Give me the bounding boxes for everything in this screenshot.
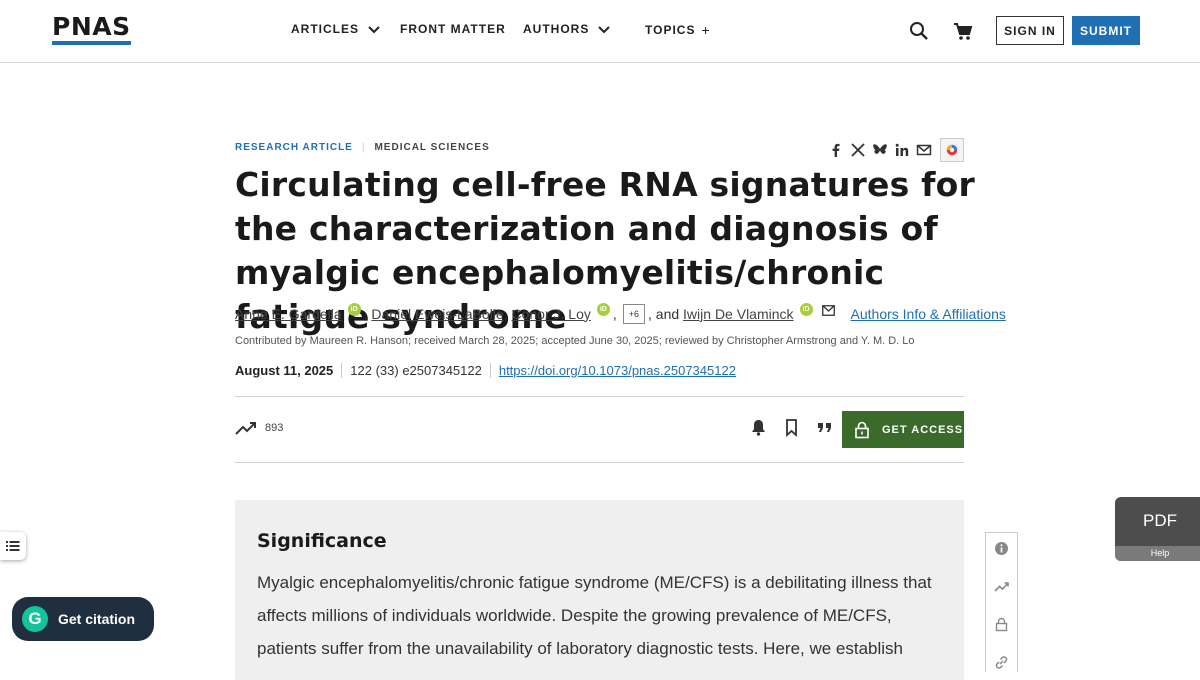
plus-icon: + — [701, 22, 711, 38]
info-icon[interactable] — [994, 541, 1009, 556]
author-list: Anne E. Gardella iD , Daniel Eweis-LaBol… — [235, 303, 1006, 324]
divider — [235, 462, 964, 463]
cart-icon[interactable] — [952, 20, 974, 42]
article-subject[interactable]: MEDICAL SCIENCES — [374, 142, 489, 153]
volume-citation: 122 (33) e2507345122 — [342, 362, 491, 378]
author-link[interactable]: Daniel Eweis-LaBolle — [371, 306, 503, 322]
site-header: PNAS ARTICLES FRONT MATTER AUTHORS TOPIC… — [0, 0, 1200, 63]
significance-heading: Significance — [257, 530, 387, 552]
orcid-icon[interactable]: iD — [347, 303, 361, 316]
chevron-down-icon — [598, 26, 611, 34]
share-bar — [828, 138, 964, 162]
nav-articles-label: ARTICLES — [291, 22, 359, 36]
get-access-label: GET ACCESS — [882, 423, 964, 436]
metric-count: 893 — [265, 422, 284, 434]
chevron-down-icon — [368, 26, 380, 34]
nav-authors-label: AUTHORS — [523, 22, 590, 36]
logo-text: PNAS — [52, 12, 131, 41]
nav-topics[interactable]: TOPICS + — [645, 22, 711, 38]
lock-icon — [855, 421, 869, 438]
contribution-note: Contributed by Maureen R. Hanson; receiv… — [235, 335, 915, 347]
trending-up-icon — [235, 422, 256, 435]
metrics[interactable]: 893 — [235, 420, 283, 436]
bell-icon[interactable] — [749, 418, 768, 437]
grammarly-icon: G — [22, 606, 48, 632]
quote-icon[interactable] — [815, 418, 834, 437]
nav-articles[interactable]: ARTICLES — [291, 22, 381, 36]
author-separator: , — [503, 305, 512, 322]
get-access-button[interactable]: GET ACCESS — [842, 411, 964, 448]
author-link[interactable]: Anne E. Gardella — [235, 306, 342, 322]
email-icon[interactable] — [821, 305, 835, 316]
pdf-help[interactable]: Help — [1115, 546, 1200, 561]
logo-underline — [52, 41, 131, 45]
author-link[interactable]: Conor J. Loy — [511, 306, 590, 322]
list-icon — [6, 541, 20, 551]
article-tools — [749, 418, 834, 437]
crossmark-badge[interactable] — [940, 138, 964, 162]
pdf-widget[interactable]: PDF Help — [1115, 497, 1200, 561]
get-citation-button[interactable]: G Get citation — [12, 597, 154, 641]
meta-divider: | — [361, 142, 366, 153]
facebook-icon[interactable] — [828, 142, 844, 158]
significance-text: Myalgic encephalomyelitis/chronic fatigu… — [257, 573, 932, 658]
get-citation-label: Get citation — [58, 611, 136, 627]
and-text: , and — [648, 305, 680, 322]
bookmark-icon[interactable] — [782, 418, 801, 437]
pdf-label: PDF — [1143, 511, 1177, 530]
orcid-icon[interactable]: iD — [596, 303, 610, 316]
pnas-logo[interactable]: PNAS — [52, 14, 132, 46]
sign-in-button[interactable]: SIGN IN — [996, 16, 1064, 45]
author-separator: , — [363, 305, 372, 322]
linkedin-icon[interactable] — [894, 142, 910, 158]
search-icon[interactable] — [908, 20, 930, 42]
nav-front-matter[interactable]: FRONT MATTER — [400, 22, 506, 36]
lock-icon[interactable] — [994, 617, 1009, 632]
crossmark-icon — [946, 144, 958, 156]
significance-section: Significance Myalgic encephalomyelitis/c… — [235, 500, 964, 680]
table-of-contents-button[interactable] — [0, 532, 26, 560]
author-link[interactable]: Iwijn De Vlaminck — [683, 306, 793, 322]
side-rail — [985, 532, 1018, 672]
nav-authors[interactable]: AUTHORS — [523, 22, 611, 36]
link-icon[interactable] — [994, 655, 1009, 670]
author-separator: , — [612, 305, 617, 322]
orcid-icon[interactable]: iD — [799, 303, 813, 316]
x-twitter-icon[interactable] — [850, 142, 866, 158]
article-meta: RESEARCH ARTICLE | MEDICAL SCIENCES — [235, 142, 490, 153]
nav-topics-label: TOPICS — [645, 23, 696, 37]
metrics-icon[interactable] — [994, 579, 1009, 594]
publication-date: August 11, 2025 — [235, 362, 343, 378]
doi-link[interactable]: https://doi.org/10.1073/pnas.2507345122 — [491, 363, 736, 378]
nav-front-matter-label: FRONT MATTER — [400, 22, 506, 36]
email-share-icon[interactable] — [916, 142, 932, 158]
more-authors-button[interactable]: +6 — [622, 303, 646, 324]
authors-affiliations-link[interactable]: Authors Info & Affiliations — [851, 306, 1006, 322]
article-type[interactable]: RESEARCH ARTICLE — [235, 142, 353, 153]
publication-info: August 11, 2025 122 (33) e2507345122 htt… — [235, 360, 736, 380]
divider — [235, 396, 964, 397]
submit-button[interactable]: SUBMIT — [1072, 16, 1140, 45]
bluesky-icon[interactable] — [872, 142, 888, 158]
